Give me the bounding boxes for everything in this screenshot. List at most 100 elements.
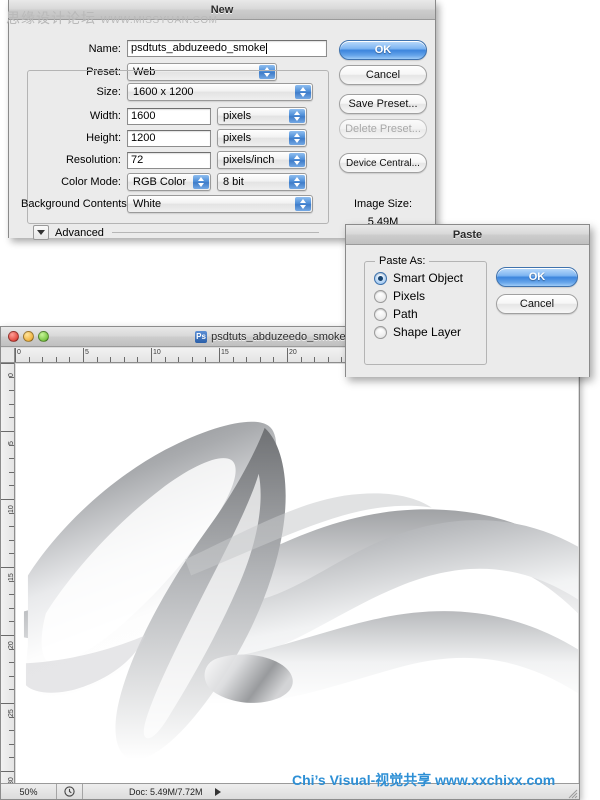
radio-label-pixels: Pixels xyxy=(393,289,426,303)
radio-icon-selected[interactable] xyxy=(374,271,387,285)
size-label: Size: xyxy=(96,86,121,98)
clock-icon[interactable] xyxy=(57,784,83,799)
paste-dialog: Paste Paste As: Smart Object Pixels Path… xyxy=(345,224,590,377)
background-contents-select[interactable]: White xyxy=(127,195,313,213)
document-window: Ps psdtuts_abduzeedo_smoke @ 50% 0 5 10 15 2… xyxy=(0,326,580,800)
ruler-tick xyxy=(96,357,98,362)
ruler-tick xyxy=(9,580,14,582)
width-unit-value: pixels xyxy=(223,110,252,122)
status-bar: 50% Doc: 5.49M/7.72M xyxy=(1,783,579,799)
ruler-tick xyxy=(1,771,14,772)
ruler-tick xyxy=(9,376,14,378)
ruler-tick xyxy=(9,675,14,677)
height-unit-select[interactable]: pixels xyxy=(217,129,307,147)
ruler-tick xyxy=(42,357,44,362)
radio-icon[interactable] xyxy=(374,325,387,339)
resolution-value: 72 xyxy=(131,153,144,166)
delete-preset-button: Delete Preset... xyxy=(339,119,427,139)
triangle-right-icon[interactable] xyxy=(214,787,221,796)
width-unit-select[interactable]: pixels xyxy=(217,107,307,125)
radio-smart-object[interactable]: Smart Object xyxy=(374,271,486,285)
ruler-label: 5 xyxy=(85,349,89,356)
radio-icon[interactable] xyxy=(374,289,387,303)
smoke-ribbon-artwork xyxy=(23,421,578,760)
ruler-tick xyxy=(246,357,248,362)
ruler-tick xyxy=(9,444,14,446)
text-caret xyxy=(265,43,267,54)
ruler-tick xyxy=(9,471,14,473)
color-mode-label: Color Mode: xyxy=(61,176,121,188)
ruler-tick xyxy=(9,417,14,419)
width-label: Width: xyxy=(89,110,121,122)
ruler-tick xyxy=(9,757,14,759)
ruler-label: 20 xyxy=(289,349,297,356)
resolution-label: Resolution: xyxy=(65,154,121,166)
height-input[interactable]: 1200 xyxy=(127,129,211,147)
paste-dialog-title: Paste xyxy=(452,228,483,241)
ruler-tick xyxy=(1,635,14,636)
width-input[interactable]: 1600 xyxy=(127,107,211,125)
ruler-tick xyxy=(341,357,343,362)
radio-pixels[interactable]: Pixels xyxy=(374,289,486,303)
canvas-area[interactable] xyxy=(16,364,578,783)
ruler-tick xyxy=(314,357,316,362)
name-input-value: psdtuts_abduzeedo_smoke xyxy=(131,42,266,54)
bit-depth-value: 8 bit xyxy=(223,176,244,188)
chevron-updown-icon xyxy=(289,131,305,145)
cancel-button[interactable]: Cancel xyxy=(339,65,427,85)
chevron-updown-icon xyxy=(289,109,305,123)
image-size-label: Image Size: xyxy=(353,198,413,210)
radio-path[interactable]: Path xyxy=(374,307,486,321)
ruler-tick xyxy=(9,458,14,460)
radio-icon[interactable] xyxy=(374,307,387,321)
radio-shape-layer[interactable]: Shape Layer xyxy=(374,325,486,339)
resolution-row: Resolution: 72 pixels/inch xyxy=(29,151,307,169)
name-row: Name: psdtuts_abduzeedo_smoke xyxy=(69,40,327,57)
name-input[interactable]: psdtuts_abduzeedo_smoke xyxy=(127,40,327,57)
ruler-tick xyxy=(178,357,180,362)
paste-as-groupbox: Paste As: Smart Object Pixels Path Shape… xyxy=(364,255,487,365)
minimize-icon[interactable] xyxy=(23,331,34,342)
color-mode-select[interactable]: RGB Color xyxy=(127,173,211,191)
advanced-label: Advanced xyxy=(55,226,104,239)
ruler-tick xyxy=(9,485,14,487)
close-icon[interactable] xyxy=(8,331,19,342)
zoom-icon[interactable] xyxy=(38,331,49,342)
advanced-row[interactable]: Advanced xyxy=(33,225,323,240)
size-select[interactable]: 1600 x 1200 xyxy=(127,83,313,101)
traffic-lights[interactable] xyxy=(8,331,49,342)
resolution-unit-select[interactable]: pixels/inch xyxy=(217,151,307,169)
ruler-tick xyxy=(232,357,234,362)
bit-depth-select[interactable]: 8 bit xyxy=(217,173,307,191)
resize-grip[interactable] xyxy=(566,786,578,799)
ruler-tick xyxy=(9,553,14,555)
width-row: Width: 1600 pixels xyxy=(29,107,307,125)
background-contents-label: Background Contents: xyxy=(21,198,130,210)
chevron-down-icon[interactable] xyxy=(33,225,49,240)
ok-button[interactable]: OK xyxy=(339,40,427,60)
background-contents-value: White xyxy=(133,198,162,210)
paste-cancel-button[interactable]: Cancel xyxy=(496,294,578,314)
ruler-tick xyxy=(123,357,125,362)
save-preset-button[interactable]: Save Preset... xyxy=(339,94,427,114)
device-central-button[interactable]: Device Central... xyxy=(339,153,427,173)
ruler-tick xyxy=(327,357,329,362)
ruler-tick xyxy=(1,567,14,568)
paste-ok-button[interactable]: OK xyxy=(496,267,578,287)
radio-label-smart-object: Smart Object xyxy=(393,271,464,285)
paste-dialog-titlebar[interactable]: Paste xyxy=(346,225,589,245)
paste-as-label: Paste As: xyxy=(375,255,430,267)
new-dialog-title: New xyxy=(210,3,234,16)
ruler-tick xyxy=(1,499,14,500)
vertical-ruler[interactable]: 0 5 10 15 20 25 30 xyxy=(1,363,15,799)
ruler-tick xyxy=(9,743,14,745)
resolution-input[interactable]: 72 xyxy=(127,151,211,169)
paste-as-options: Smart Object Pixels Path Shape Layer xyxy=(365,262,486,339)
zoom-level[interactable]: 50% xyxy=(1,784,57,799)
ruler-tick xyxy=(9,621,14,623)
ruler-tick xyxy=(9,716,14,718)
radio-label-shape-layer: Shape Layer xyxy=(393,325,462,339)
new-dialog-titlebar[interactable]: New xyxy=(9,0,435,20)
ruler-tick xyxy=(287,348,288,362)
height-value: 1200 xyxy=(131,131,156,144)
